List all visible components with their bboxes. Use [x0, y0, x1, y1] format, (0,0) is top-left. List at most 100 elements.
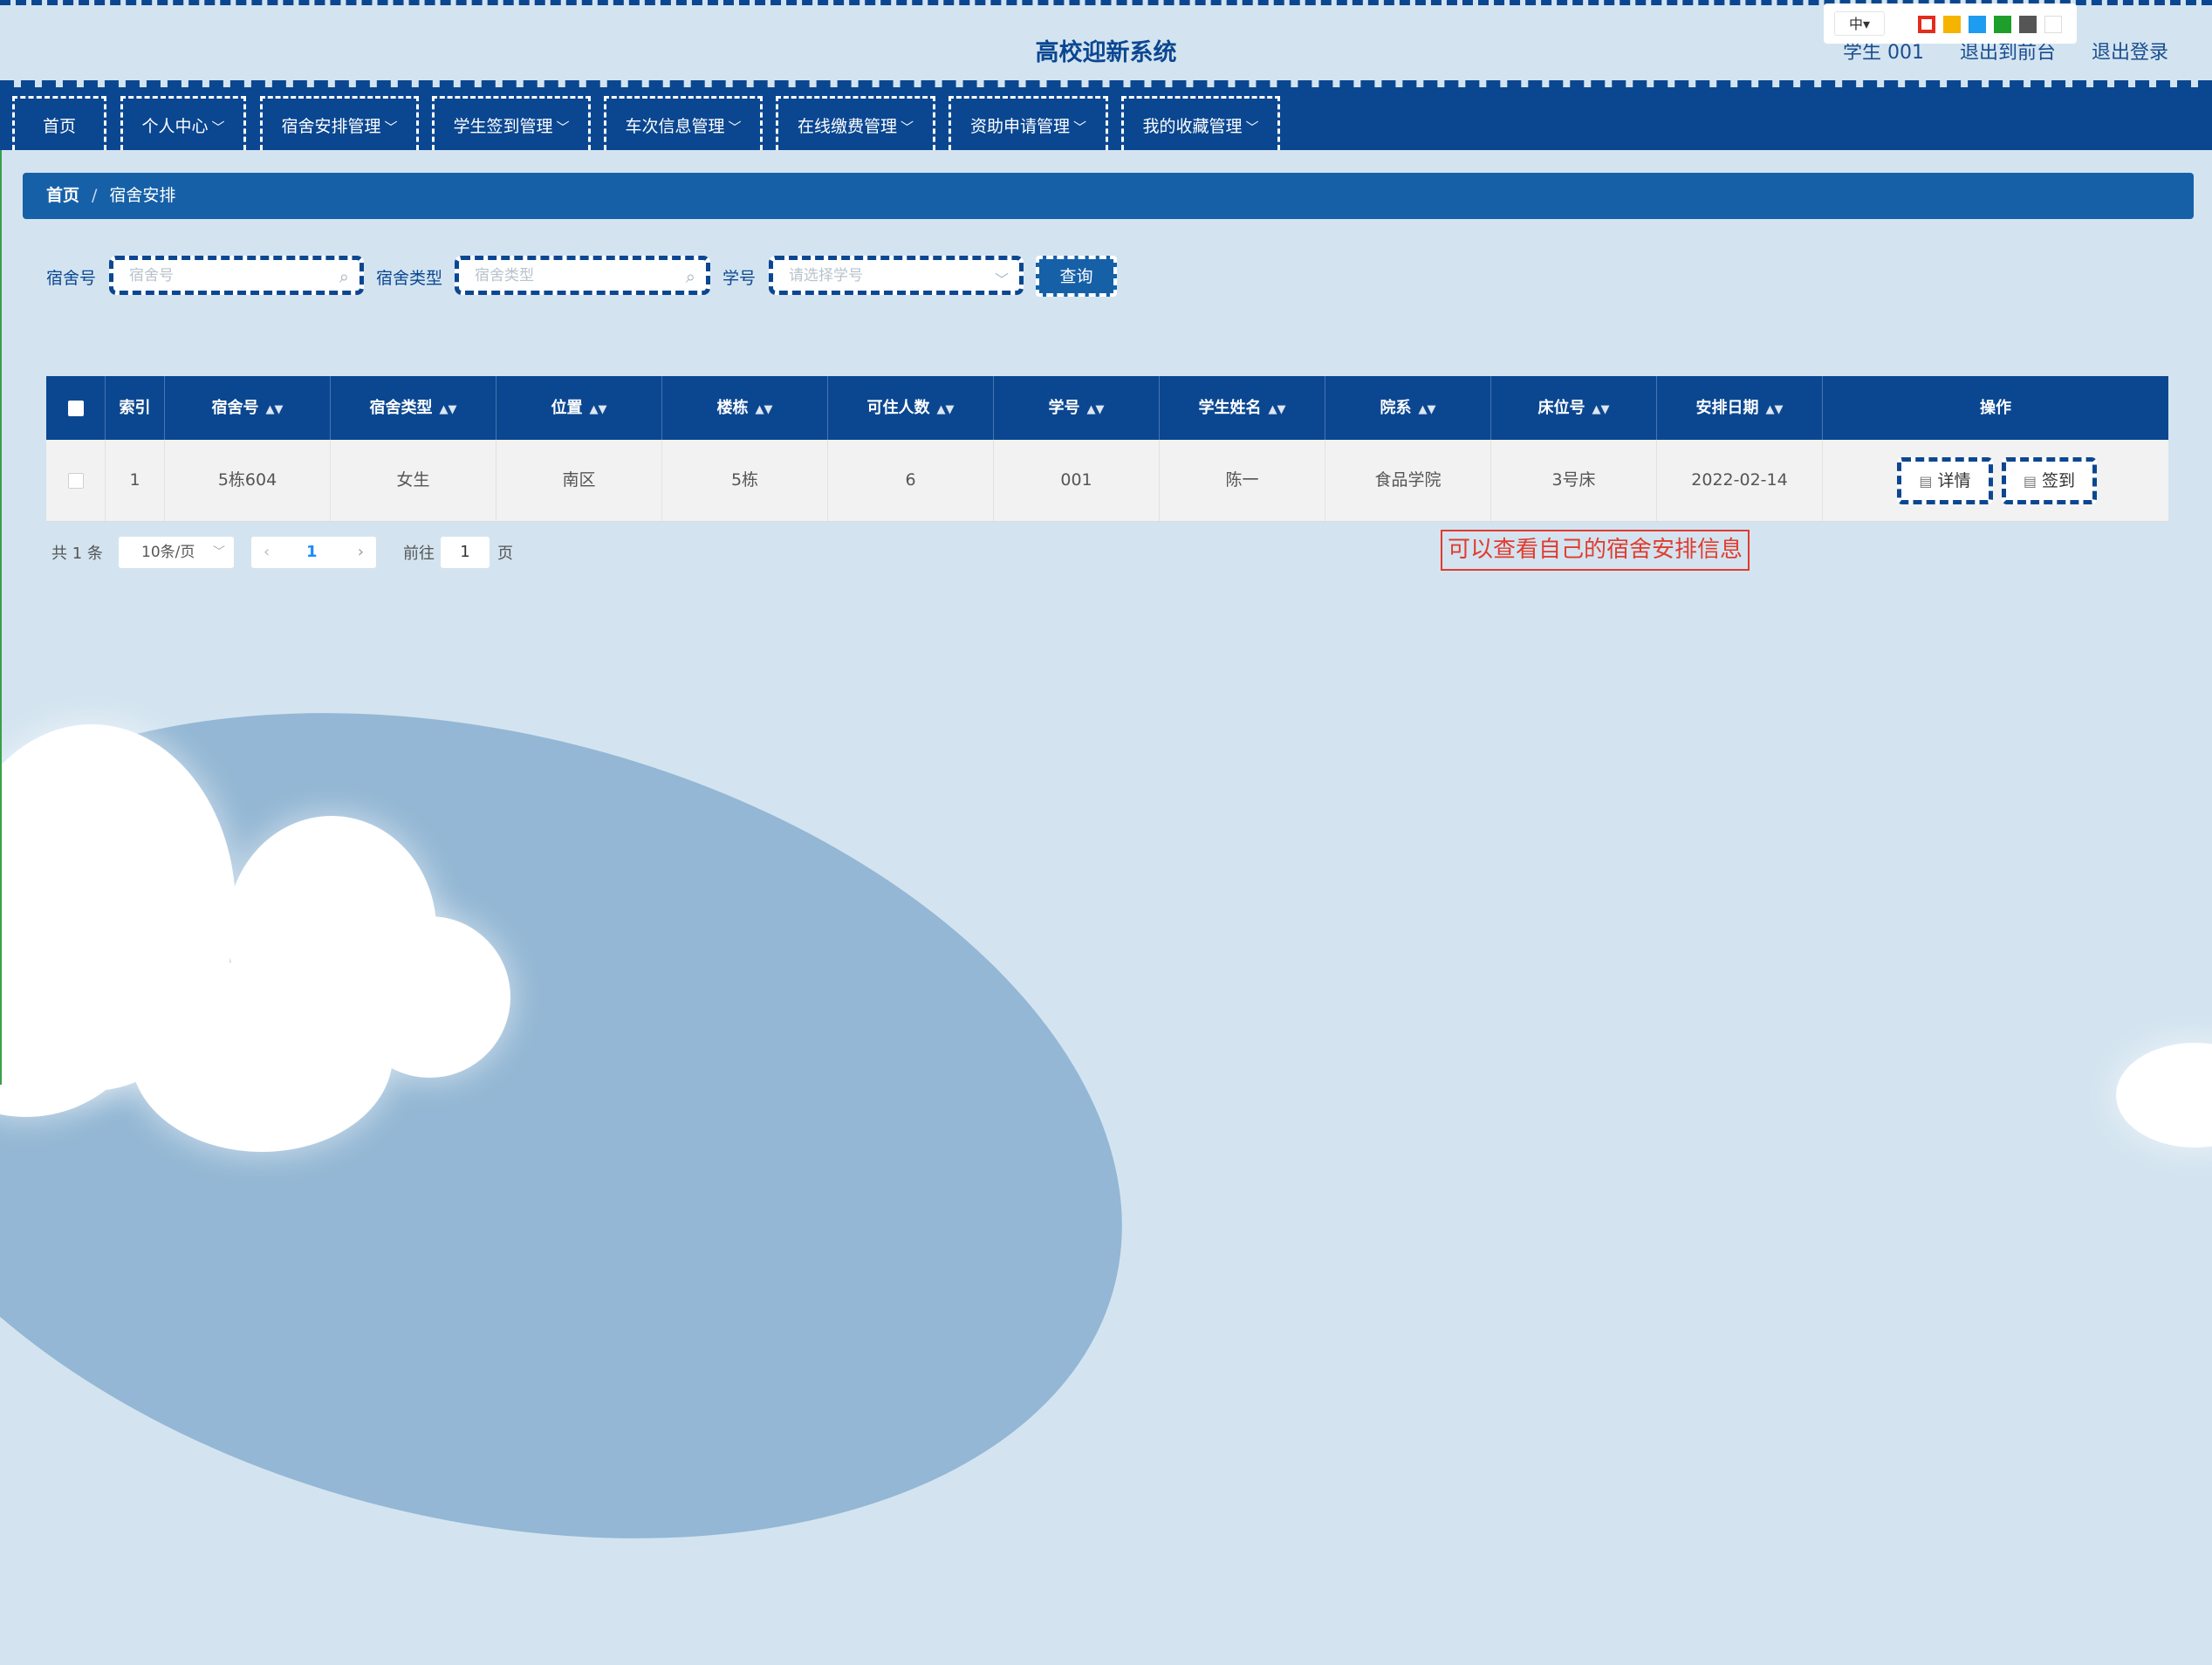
chevron-down-icon: ﹀: [994, 271, 1009, 288]
search-icon: ⌕: [685, 266, 695, 287]
select-all-checkbox[interactable]: [67, 401, 84, 416]
student-no-field: ﹀: [769, 256, 1024, 295]
header-divider: [0, 80, 2212, 87]
sort-icon[interactable]: ▲▼: [1419, 403, 1436, 416]
nav-item-student-checkin[interactable]: 学生签到管理 ﹀: [432, 96, 591, 150]
column-header[interactable]: 学生姓名 ▲▼: [1160, 376, 1325, 440]
nav-item-aid-application[interactable]: 资助申请管理 ﹀: [948, 96, 1108, 150]
current-page[interactable]: 1: [306, 537, 318, 568]
table-cell: 5栋604: [165, 440, 331, 521]
cloud-decoration: [2116, 1043, 2212, 1148]
table-cell: 3号床: [1491, 440, 1657, 521]
column-header[interactable]: 楼栋 ▲▼: [662, 376, 828, 440]
nav-item-my-favorites[interactable]: 我的收藏管理 ﹀: [1121, 96, 1280, 150]
column-header[interactable]: 可住人数 ▲▼: [828, 376, 994, 440]
theme-swatch-green[interactable]: [1994, 16, 2011, 33]
sort-icon[interactable]: ▲▼: [1592, 403, 1610, 416]
table-cell: 女生: [331, 440, 497, 521]
sort-icon[interactable]: ▲▼: [266, 403, 284, 416]
dorm-type-field: ⌕: [455, 256, 710, 295]
sort-icon[interactable]: ▲▼: [937, 403, 955, 416]
student-no-select[interactable]: [773, 260, 1019, 291]
nav-item-label: 车次信息管理: [625, 117, 725, 136]
column-header: 索引: [106, 376, 165, 440]
chevron-down-icon: ﹀: [213, 545, 225, 559]
column-header[interactable]: 学号 ▲▼: [994, 376, 1160, 440]
chevron-down-icon: ﹀: [1245, 120, 1259, 135]
table-cell: 5栋: [662, 440, 828, 521]
nav-item-label: 学生签到管理: [453, 117, 553, 136]
chevron-down-icon: ﹀: [211, 120, 225, 135]
breadcrumb-home[interactable]: 首页: [46, 186, 79, 205]
language-dropdown[interactable]: 中▾: [1834, 11, 1885, 36]
window-edge: [0, 0, 2, 1085]
sort-icon[interactable]: ▲▼: [1087, 403, 1105, 416]
table-cell: 食品学院: [1325, 440, 1491, 521]
annotation-note: 可以查看自己的宿舍安排信息: [1441, 530, 1750, 571]
row-select-cell: [46, 440, 106, 521]
column-header[interactable]: 床位号 ▲▼: [1491, 376, 1657, 440]
table-row: 1 5栋604 女生 南区 5栋 6 001 陈一 食品学院 3号床 2022-…: [46, 440, 2168, 522]
table-cell: 6: [828, 440, 994, 521]
goto-label: 前往: [403, 545, 435, 563]
theme-swatch-yellow[interactable]: [1943, 16, 1961, 33]
user-label: 学生 001: [1842, 42, 1924, 64]
goto-page-input[interactable]: 1: [441, 537, 490, 568]
dorm-no-input[interactable]: [113, 260, 360, 291]
sort-icon[interactable]: ▲▼: [1269, 403, 1286, 416]
nav-item-home[interactable]: 首页: [12, 96, 106, 150]
goto-suffix: 页: [497, 545, 513, 563]
breadcrumb: 首页 / 宿舍安排: [23, 173, 2194, 219]
nav-item-train-info[interactable]: 车次信息管理 ﹀: [604, 96, 763, 150]
page-size-select[interactable]: 10条/页 ﹀: [119, 537, 234, 568]
table-header: 索引 宿舍号 ▲▼ 宿舍类型 ▲▼ 位置 ▲▼ 楼栋 ▲▼ 可住人数 ▲▼ 学号 ▲▼ 学生…: [46, 376, 2168, 440]
table-cell: 001: [994, 440, 1160, 521]
document-icon: ▤: [1919, 473, 1933, 490]
theme-swatch-white[interactable]: [2044, 16, 2062, 33]
table-cell: 2022-02-14: [1657, 440, 1823, 521]
column-header[interactable]: 安排日期 ▲▼: [1657, 376, 1823, 440]
column-header[interactable]: 院系 ▲▼: [1325, 376, 1491, 440]
breadcrumb-separator: /: [92, 186, 98, 205]
nav-item-dorm-arrangement[interactable]: 宿舍安排管理 ﹀: [260, 96, 419, 150]
row-checkbox[interactable]: [67, 472, 84, 489]
table-cell: 1: [106, 440, 165, 521]
theme-switcher: 中▾: [1824, 3, 2077, 44]
nav-item-personal-center[interactable]: 个人中心 ﹀: [120, 96, 246, 150]
select-all-cell: [46, 376, 106, 440]
dorm-type-input[interactable]: [459, 260, 706, 291]
document-icon: ▤: [2023, 473, 2037, 490]
sort-icon[interactable]: ▲▼: [590, 403, 607, 416]
nav-item-label: 首页: [42, 117, 76, 136]
dorm-type-label: 宿舍类型: [376, 269, 443, 288]
detail-button[interactable]: ▤ 详情: [1897, 457, 1993, 504]
nav-item-label: 资助申请管理: [969, 117, 1070, 136]
theme-swatch-gray[interactable]: [2019, 16, 2037, 33]
nav-item-label: 我的收藏管理: [1142, 117, 1243, 136]
query-button[interactable]: 查询: [1036, 256, 1117, 297]
pagination-total: 共 1 条: [51, 545, 103, 563]
table-cell: 陈一: [1160, 440, 1325, 521]
prev-page-icon[interactable]: ‹: [264, 537, 270, 568]
table-cell: 南区: [497, 440, 662, 521]
next-page-icon[interactable]: ›: [358, 537, 364, 568]
search-icon: ⌕: [339, 266, 349, 287]
checkin-button[interactable]: ▤ 签到: [2002, 457, 2097, 504]
sort-icon[interactable]: ▲▼: [440, 403, 457, 416]
theme-swatch-red[interactable]: [1918, 16, 1935, 33]
column-header[interactable]: 宿舍号 ▲▼: [165, 376, 331, 440]
column-header[interactable]: 位置 ▲▼: [497, 376, 662, 440]
actions-cell: ▤ 详情 ▤ 签到: [1823, 440, 2168, 521]
logout-link[interactable]: 退出登录: [2092, 42, 2168, 64]
theme-swatch-blue[interactable]: [1969, 16, 1986, 33]
sort-icon[interactable]: ▲▼: [1766, 403, 1784, 416]
sort-icon[interactable]: ▲▼: [756, 403, 773, 416]
column-header[interactable]: 宿舍类型 ▲▼: [331, 376, 497, 440]
breadcrumb-current: 宿舍安排: [109, 186, 176, 205]
column-header: 操作: [1980, 399, 2011, 417]
back-to-front-link[interactable]: 退出到前台: [1960, 42, 2056, 64]
nav-item-label: 宿舍安排管理: [281, 117, 381, 136]
pager: ‹ 1 ›: [251, 537, 376, 568]
chevron-down-icon: ﹀: [901, 120, 914, 135]
nav-item-online-payment[interactable]: 在线缴费管理 ﹀: [776, 96, 935, 150]
